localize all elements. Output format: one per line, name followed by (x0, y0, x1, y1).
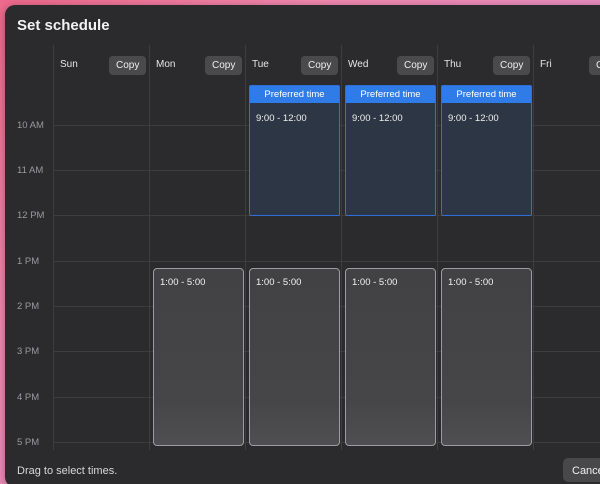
drag-hint: Drag to select times. (17, 465, 118, 477)
preferred-block-thu[interactable]: Preferred time 9:00 - 12:00 (441, 85, 532, 216)
preferred-block-tue[interactable]: Preferred time 9:00 - 12:00 (249, 85, 340, 216)
availability-block-tue[interactable]: 1:00 - 5:00 (249, 268, 340, 446)
availability-block-range: 1:00 - 5:00 (160, 277, 206, 288)
day-name: Mon (156, 59, 176, 70)
day-header-sun: Sun Copy (53, 45, 149, 81)
day-name: Thu (444, 59, 462, 70)
dialog-footer: Drag to select times. Cancel (5, 450, 600, 484)
availability-block-wed[interactable]: 1:00 - 5:00 (345, 268, 436, 446)
time-label-1pm: 1 PM (17, 256, 40, 267)
time-label-10am: 10 AM (17, 120, 44, 131)
copy-button-tue[interactable]: Copy (301, 56, 339, 75)
copy-button-thu[interactable]: Copy (493, 56, 531, 75)
day-name: Wed (348, 59, 369, 70)
time-label-2pm: 2 PM (17, 301, 40, 312)
schedule-dialog: Set schedule Sun Copy Mon Copy Tue Copy … (5, 5, 600, 484)
preferred-block-wed[interactable]: Preferred time 9:00 - 12:00 (345, 85, 436, 216)
day-header-tue: Tue Copy (245, 45, 341, 81)
availability-block-thu[interactable]: 1:00 - 5:00 (441, 268, 532, 446)
time-grid[interactable]: 10 AM 11 AM 12 PM 1 PM 2 PM 3 PM 4 PM 5 … (5, 81, 600, 450)
preferred-block-range: 9:00 - 12:00 (448, 113, 499, 124)
day-name: Tue (252, 59, 269, 70)
copy-button-wed[interactable]: Copy (397, 56, 435, 75)
cancel-button[interactable]: Cancel (563, 458, 600, 482)
copy-button-mon[interactable]: Copy (205, 56, 243, 75)
availability-block-range: 1:00 - 5:00 (448, 277, 494, 288)
availability-block-mon[interactable]: 1:00 - 5:00 (153, 268, 244, 446)
preferred-block-range: 9:00 - 12:00 (352, 113, 403, 124)
day-column-sun[interactable] (53, 81, 149, 450)
time-label-12pm: 12 PM (17, 210, 45, 221)
schedule-grid[interactable]: Sun Copy Mon Copy Tue Copy Wed Copy Thu … (5, 45, 600, 450)
copy-button-fri[interactable]: Copy (589, 56, 600, 75)
preferred-block-header: Preferred time (346, 86, 435, 103)
hour-line (53, 261, 600, 262)
time-label-5pm: 5 PM (17, 437, 40, 448)
preferred-block-header: Preferred time (442, 86, 531, 103)
day-header-row: Sun Copy Mon Copy Tue Copy Wed Copy Thu … (5, 45, 600, 82)
day-header-wed: Wed Copy (341, 45, 437, 81)
dialog-title: Set schedule (17, 17, 110, 34)
preferred-block-range: 9:00 - 12:00 (256, 113, 307, 124)
day-header-thu: Thu Copy (437, 45, 533, 81)
day-name: Fri (540, 59, 552, 70)
time-label-3pm: 3 PM (17, 346, 40, 357)
preferred-block-header: Preferred time (250, 86, 339, 103)
availability-block-range: 1:00 - 5:00 (256, 277, 302, 288)
availability-block-range: 1:00 - 5:00 (352, 277, 398, 288)
day-column-fri[interactable] (533, 81, 600, 450)
day-header-fri: Fri Copy (533, 45, 600, 81)
day-name: Sun (60, 59, 78, 70)
time-label-4pm: 4 PM (17, 392, 40, 403)
time-label-11am: 11 AM (17, 165, 44, 176)
day-header-mon: Mon Copy (149, 45, 245, 81)
copy-button-sun[interactable]: Copy (109, 56, 147, 75)
